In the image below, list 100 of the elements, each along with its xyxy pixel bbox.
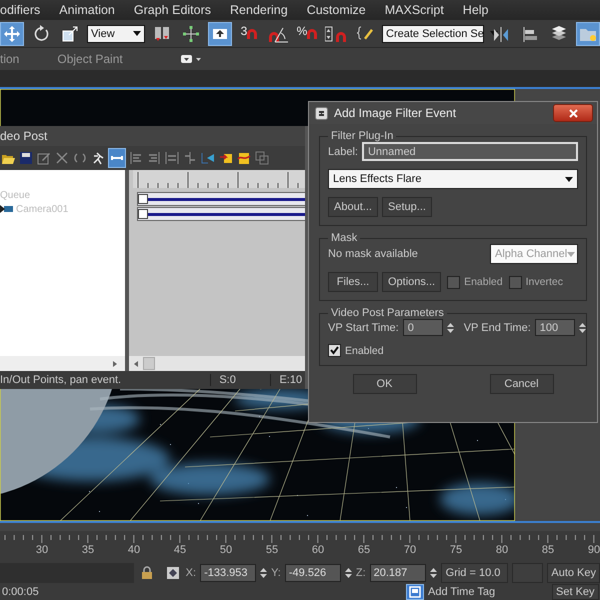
- magnet-icon: [247, 28, 258, 38]
- spinner[interactable]: [344, 566, 352, 578]
- axis-label: Z:: [356, 566, 366, 578]
- number-field[interactable]: 0: [402, 319, 443, 336]
- group-title: Filter Plug-In: [330, 130, 394, 142]
- mirror-icon: [492, 24, 510, 42]
- grid-readout: Grid = 10.0: [440, 562, 508, 582]
- range-bar[interactable]: [137, 207, 305, 221]
- checkbox-label: Enabled: [464, 276, 503, 288]
- input-icon: [219, 151, 233, 165]
- menu-item[interactable]: Graph Editors: [134, 3, 212, 17]
- button[interactable]: Files...: [328, 272, 378, 292]
- frame-number: 60: [310, 544, 326, 556]
- delete-icon: [55, 151, 69, 165]
- scroll-thumb[interactable]: [143, 357, 155, 370]
- toolbar-button[interactable]: 3: [237, 22, 261, 46]
- set-key-button[interactable]: Set Key: [552, 584, 599, 600]
- prompt-field: 0:00:05: [0, 586, 402, 598]
- toolbar-button[interactable]: %: [295, 22, 319, 46]
- button[interactable]: Cancel: [490, 374, 554, 394]
- frame-number: 85: [540, 544, 556, 556]
- close-icon: [568, 108, 578, 118]
- swap-icon: [73, 151, 87, 165]
- pencil-icon: [356, 24, 374, 42]
- spinner[interactable]: [260, 566, 268, 578]
- camera-icon: [201, 151, 215, 165]
- magnet-icon: [307, 28, 318, 38]
- checkbox-label: Enabled: [345, 344, 384, 356]
- camera-icon: [0, 204, 13, 214]
- frame-number: 70: [402, 544, 418, 556]
- menu-item[interactable]: MAXScript: [384, 3, 444, 17]
- frame-number: 40: [126, 544, 142, 556]
- menu-item[interactable]: Help: [462, 3, 489, 17]
- time-tag-button[interactable]: [406, 584, 424, 600]
- frame-number: 35: [80, 544, 96, 556]
- ribbon-tab[interactable]: tion: [0, 52, 20, 66]
- arrow-right-icon: [113, 360, 117, 366]
- checkbox[interactable]: [328, 344, 341, 357]
- frame-number: 30: [34, 544, 50, 556]
- group-title: Video Post Parameters: [330, 307, 445, 319]
- add-time-tag-label: Add Time Tag: [428, 586, 496, 598]
- frame-number: 75: [448, 544, 464, 556]
- field-label: Label:: [328, 146, 358, 158]
- field-label: VP End Time:: [464, 322, 531, 334]
- toolbar-button[interactable]: [0, 22, 24, 46]
- layers-icon: [255, 151, 269, 165]
- mask-message: No mask available: [328, 248, 418, 260]
- frame-number: 45: [172, 544, 188, 556]
- scrollbar[interactable]: [129, 356, 305, 371]
- scrollbar[interactable]: [0, 356, 129, 371]
- field-label: VP Start Time:: [328, 322, 399, 334]
- menu-item[interactable]: odifiers: [0, 3, 40, 17]
- spinner-magnet-icon: [325, 24, 347, 42]
- dropdown-icon: [180, 55, 201, 63]
- ribbon-tab[interactable]: Object Paint: [57, 52, 123, 66]
- running-figure-icon: [91, 151, 105, 165]
- group-title: Mask: [330, 232, 358, 244]
- close-button[interactable]: [553, 104, 593, 122]
- menu-item[interactable]: Customize: [306, 3, 366, 17]
- coordinate-field[interactable]: -133.953: [200, 564, 256, 582]
- move-icon: [3, 24, 21, 42]
- start-frame: S:0: [215, 374, 272, 386]
- ribbon-menu-button[interactable]: [180, 55, 201, 63]
- app-icon: [315, 106, 328, 120]
- spinner[interactable]: [578, 322, 586, 334]
- toolbar-button[interactable]: [576, 22, 600, 46]
- toolbar-button[interactable]: [208, 22, 232, 46]
- align-right-icon: [147, 151, 161, 165]
- transform-icon: [166, 566, 180, 580]
- arrow-left-icon: [134, 360, 138, 366]
- number-field[interactable]: 100: [534, 319, 575, 336]
- scale-icon: [61, 24, 79, 42]
- button[interactable]: Options...: [382, 272, 442, 292]
- menu-item[interactable]: Rendering: [230, 3, 288, 17]
- tag-icon: [409, 586, 421, 598]
- range-bar[interactable]: [137, 192, 305, 206]
- button[interactable]: OK: [352, 374, 416, 394]
- frame-number: 90: [586, 544, 600, 556]
- button[interactable]: Setup...: [382, 197, 432, 217]
- label-field[interactable]: Unnamed: [362, 142, 578, 161]
- filter-icon: [237, 151, 251, 165]
- frame-number: 80: [494, 544, 510, 556]
- spinner[interactable]: [446, 322, 454, 334]
- abut-icon: [183, 151, 197, 165]
- align-left-icon: [129, 151, 143, 165]
- axis-label: X:: [186, 566, 196, 578]
- dropdown[interactable]: View: [87, 24, 145, 42]
- auto-key-button[interactable]: Auto Key: [547, 562, 600, 582]
- end-frame: E:10: [275, 374, 305, 386]
- filter-dropdown[interactable]: Lens Effects Flare: [328, 169, 578, 189]
- layers-icon: [550, 24, 568, 42]
- edit-icon: [37, 151, 51, 165]
- pivot-icon: [153, 24, 171, 42]
- coordinate-field[interactable]: -49.526: [284, 564, 341, 582]
- coordinate-field[interactable]: 20.187: [370, 564, 426, 582]
- align-icon: [521, 24, 539, 42]
- crosshair-icon: [182, 24, 200, 42]
- button[interactable]: About...: [328, 197, 378, 217]
- menu-item[interactable]: Animation: [59, 3, 115, 17]
- spinner[interactable]: [430, 566, 437, 578]
